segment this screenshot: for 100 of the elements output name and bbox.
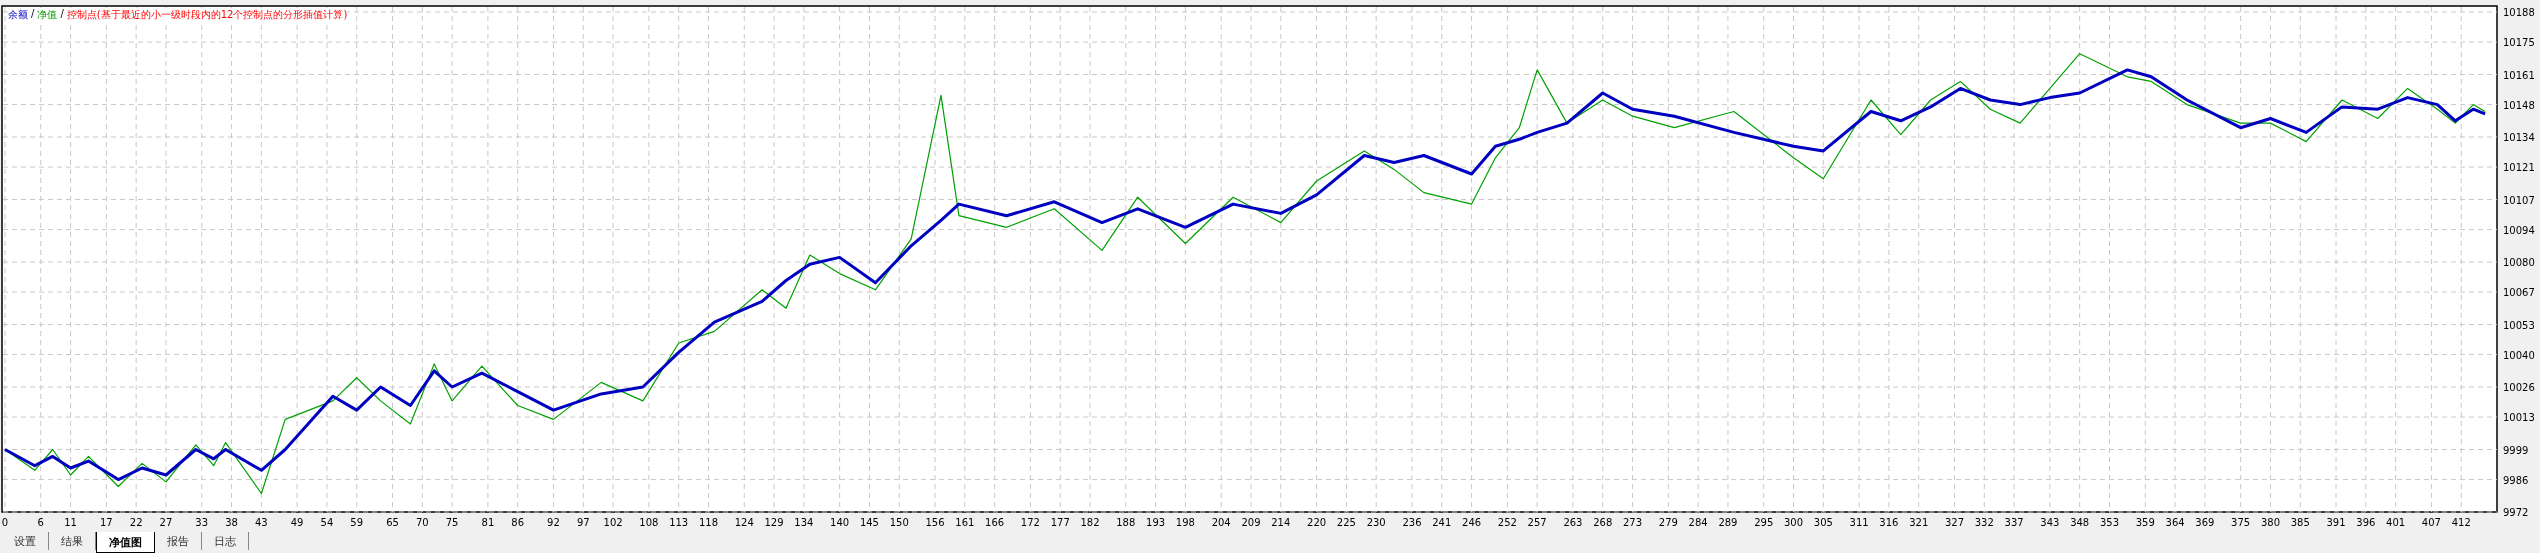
x-tick-label: 348 [2070, 517, 2090, 528]
x-tick-label: 97 [576, 517, 590, 528]
x-tick-label: 75 [445, 517, 459, 528]
x-tick-label: 316 [1879, 517, 1899, 528]
y-tick-label: 10080 [2503, 257, 2535, 268]
y-tick-label: 10026 [2503, 382, 2535, 393]
x-tick-label: 220 [1307, 517, 1327, 528]
y-tick-label: 9999 [2503, 444, 2529, 456]
y-tick-label: 10040 [2503, 349, 2535, 361]
x-tick-label: 375 [2231, 517, 2251, 528]
x-tick-label: 412 [2451, 517, 2471, 528]
x-tick-label: 401 [2386, 517, 2406, 528]
x-tick-label: 364 [2165, 517, 2185, 528]
x-tick-label: 113 [669, 517, 689, 528]
x-tick-label: 305 [1813, 517, 1833, 528]
x-tick-label: 369 [2195, 517, 2215, 528]
x-tick-label: 161 [955, 517, 975, 528]
y-tick-label: 10134 [2503, 132, 2535, 143]
x-tick-label: 289 [1718, 517, 1738, 528]
x-tick-label: 118 [698, 517, 719, 528]
x-tick-label: 268 [1593, 517, 1613, 528]
x-tick-label: 225 [1336, 517, 1356, 528]
x-tick-label: 70 [415, 517, 429, 528]
x-tick-label: 359 [2135, 517, 2155, 528]
legend-separator: / [31, 8, 35, 21]
x-tick-label: 188 [1116, 517, 1136, 528]
x-tick-label: 209 [1241, 517, 1261, 528]
x-tick-label: 102 [603, 517, 623, 528]
x-tick-label: 140 [830, 517, 850, 528]
x-tick-label: 129 [764, 517, 784, 528]
x-tick-label: 214 [1271, 517, 1291, 528]
x-tick-label: 150 [889, 517, 909, 528]
x-tick-label: 343 [2040, 517, 2060, 528]
x-tick-label: 263 [1563, 517, 1583, 528]
y-tick-label: 10121 [2503, 162, 2535, 174]
x-tick-label: 33 [195, 517, 209, 528]
x-tick-label: 279 [1658, 517, 1678, 528]
x-tick-label: 407 [2421, 517, 2441, 528]
x-tick-label: 252 [1497, 517, 1517, 528]
x-tick-label: 92 [547, 517, 560, 528]
x-tick-label: 124 [734, 517, 754, 528]
x-tick-label: 177 [1050, 517, 1070, 528]
y-tick-label: 10175 [2503, 37, 2535, 49]
x-tick-label: 65 [386, 517, 399, 528]
x-tick-label: 6 [37, 517, 44, 528]
x-tick-label: 327 [1944, 517, 1965, 528]
y-tick-label: 9986 [2503, 474, 2529, 486]
x-tick-label: 0 [1, 517, 9, 528]
y-tick-label: 9972 [2503, 507, 2529, 518]
x-tick-label: 257 [1527, 517, 1547, 528]
x-tick-label: 49 [290, 517, 304, 528]
legend-label: 余额 [8, 8, 28, 22]
x-tick-label: 311 [1849, 517, 1869, 528]
x-tick-label: 300 [1783, 517, 1804, 528]
x-tick-label: 81 [481, 517, 495, 528]
x-tick-label: 385 [2290, 517, 2310, 528]
x-tick-label: 86 [511, 517, 525, 528]
x-tick-label: 230 [1366, 517, 1386, 528]
x-tick-label: 22 [129, 517, 143, 528]
x-tick-label: 11 [64, 517, 77, 528]
x-tick-label: 17 [100, 517, 113, 528]
legend-label: 控制点(基于最近的小一级时段内的12个控制点的分形插值计算) [66, 8, 348, 22]
x-tick-label: 108 [639, 517, 659, 528]
x-tick-label: 396 [2356, 517, 2376, 528]
x-tick-label: 332 [1974, 517, 1994, 528]
x-tick-label: 273 [1623, 517, 1643, 528]
x-tick-label: 337 [2004, 517, 2024, 528]
x-tick-label: 172 [1020, 517, 1040, 528]
y-tick-label: 10053 [2503, 319, 2535, 331]
x-tick-label: 380 [2260, 517, 2280, 528]
x-tick-label: 198 [1175, 517, 1195, 528]
x-tick-label: 321 [1909, 517, 1929, 528]
legend-separator: / [60, 8, 64, 21]
tab[interactable]: 净值图 [96, 532, 155, 553]
y-tick-label: 10107 [2503, 194, 2535, 206]
x-tick-label: 241 [1432, 517, 1452, 528]
x-tick-label: 284 [1688, 517, 1708, 528]
y-tick-label: 10188 [2503, 7, 2535, 18]
y-tick-label: 10161 [2503, 69, 2535, 81]
x-tick-label: 193 [1146, 517, 1166, 528]
x-tick-label: 353 [2099, 517, 2120, 528]
y-tick-label: 10148 [2503, 99, 2535, 111]
x-tick-label: 391 [2326, 517, 2346, 528]
x-tick-label: 145 [859, 517, 879, 528]
x-tick-label: 295 [1754, 517, 1774, 528]
x-tick-label: 43 [255, 517, 268, 528]
x-tick-label: 204 [1211, 517, 1231, 528]
x-tick-label: 246 [1462, 517, 1482, 528]
y-tick-label: 10013 [2503, 412, 2535, 424]
x-tick-label: 236 [1402, 517, 1422, 528]
x-tick-label: 59 [350, 517, 364, 528]
y-tick-label: 10067 [2503, 287, 2535, 299]
x-tick-label: 156 [925, 517, 945, 528]
x-tick-label: 54 [320, 517, 334, 528]
x-tick-label: 27 [159, 517, 173, 528]
x-tick-label: 182 [1080, 517, 1100, 528]
x-tick-label: 166 [985, 517, 1005, 528]
x-tick-label: 134 [794, 517, 814, 528]
y-tick-label: 10094 [2503, 224, 2535, 236]
legend-label: 净值 [37, 8, 58, 22]
